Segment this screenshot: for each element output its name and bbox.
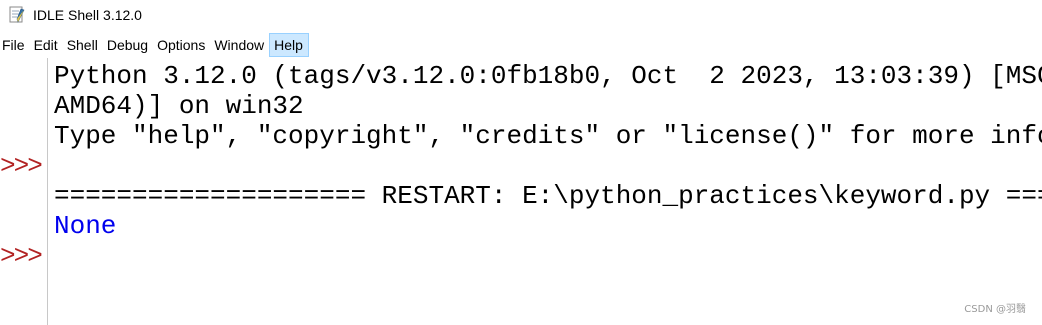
python-feather-icon [9, 6, 25, 23]
menu-file[interactable]: File [0, 33, 30, 57]
watermark: CSDN @羽翳 [964, 304, 1026, 315]
window-title: IDLE Shell 3.12.0 [33, 7, 142, 23]
input-line[interactable] [54, 241, 1042, 271]
title-bar[interactable]: IDLE Shell 3.12.0 [0, 0, 1042, 30]
restart-line: ==================== RESTART: E:\python_… [54, 181, 1042, 211]
idle-shell-window: IDLE Shell 3.12.0 File Edit Shell Debug … [0, 0, 1042, 325]
output-line: None [54, 211, 117, 241]
shell-area[interactable]: >>> >>> Python 3.12.0 (tags/v3.12.0:0fb1… [0, 58, 1042, 325]
banner-line: Type "help", "copyright", "credits" or "… [54, 121, 1042, 151]
menu-bar: File Edit Shell Debug Options Window Hel… [0, 33, 1042, 57]
banner-line: AMD64)] on win32 [54, 91, 304, 121]
banner-line: Python 3.12.0 (tags/v3.12.0:0fb18b0, Oct… [54, 61, 1042, 91]
menu-debug[interactable]: Debug [103, 33, 153, 57]
menu-shell[interactable]: Shell [63, 33, 103, 57]
menu-edit[interactable]: Edit [30, 33, 63, 57]
prompt-sidebar: >>> >>> [0, 58, 46, 325]
menu-help[interactable]: Help [269, 33, 309, 57]
prompt-marker: >>> [0, 151, 43, 181]
sidebar-divider [47, 58, 48, 325]
menu-options[interactable]: Options [153, 33, 210, 57]
prompt-marker: >>> [0, 241, 43, 271]
menu-window[interactable]: Window [210, 33, 269, 57]
shell-text[interactable]: Python 3.12.0 (tags/v3.12.0:0fb18b0, Oct… [54, 61, 1042, 325]
